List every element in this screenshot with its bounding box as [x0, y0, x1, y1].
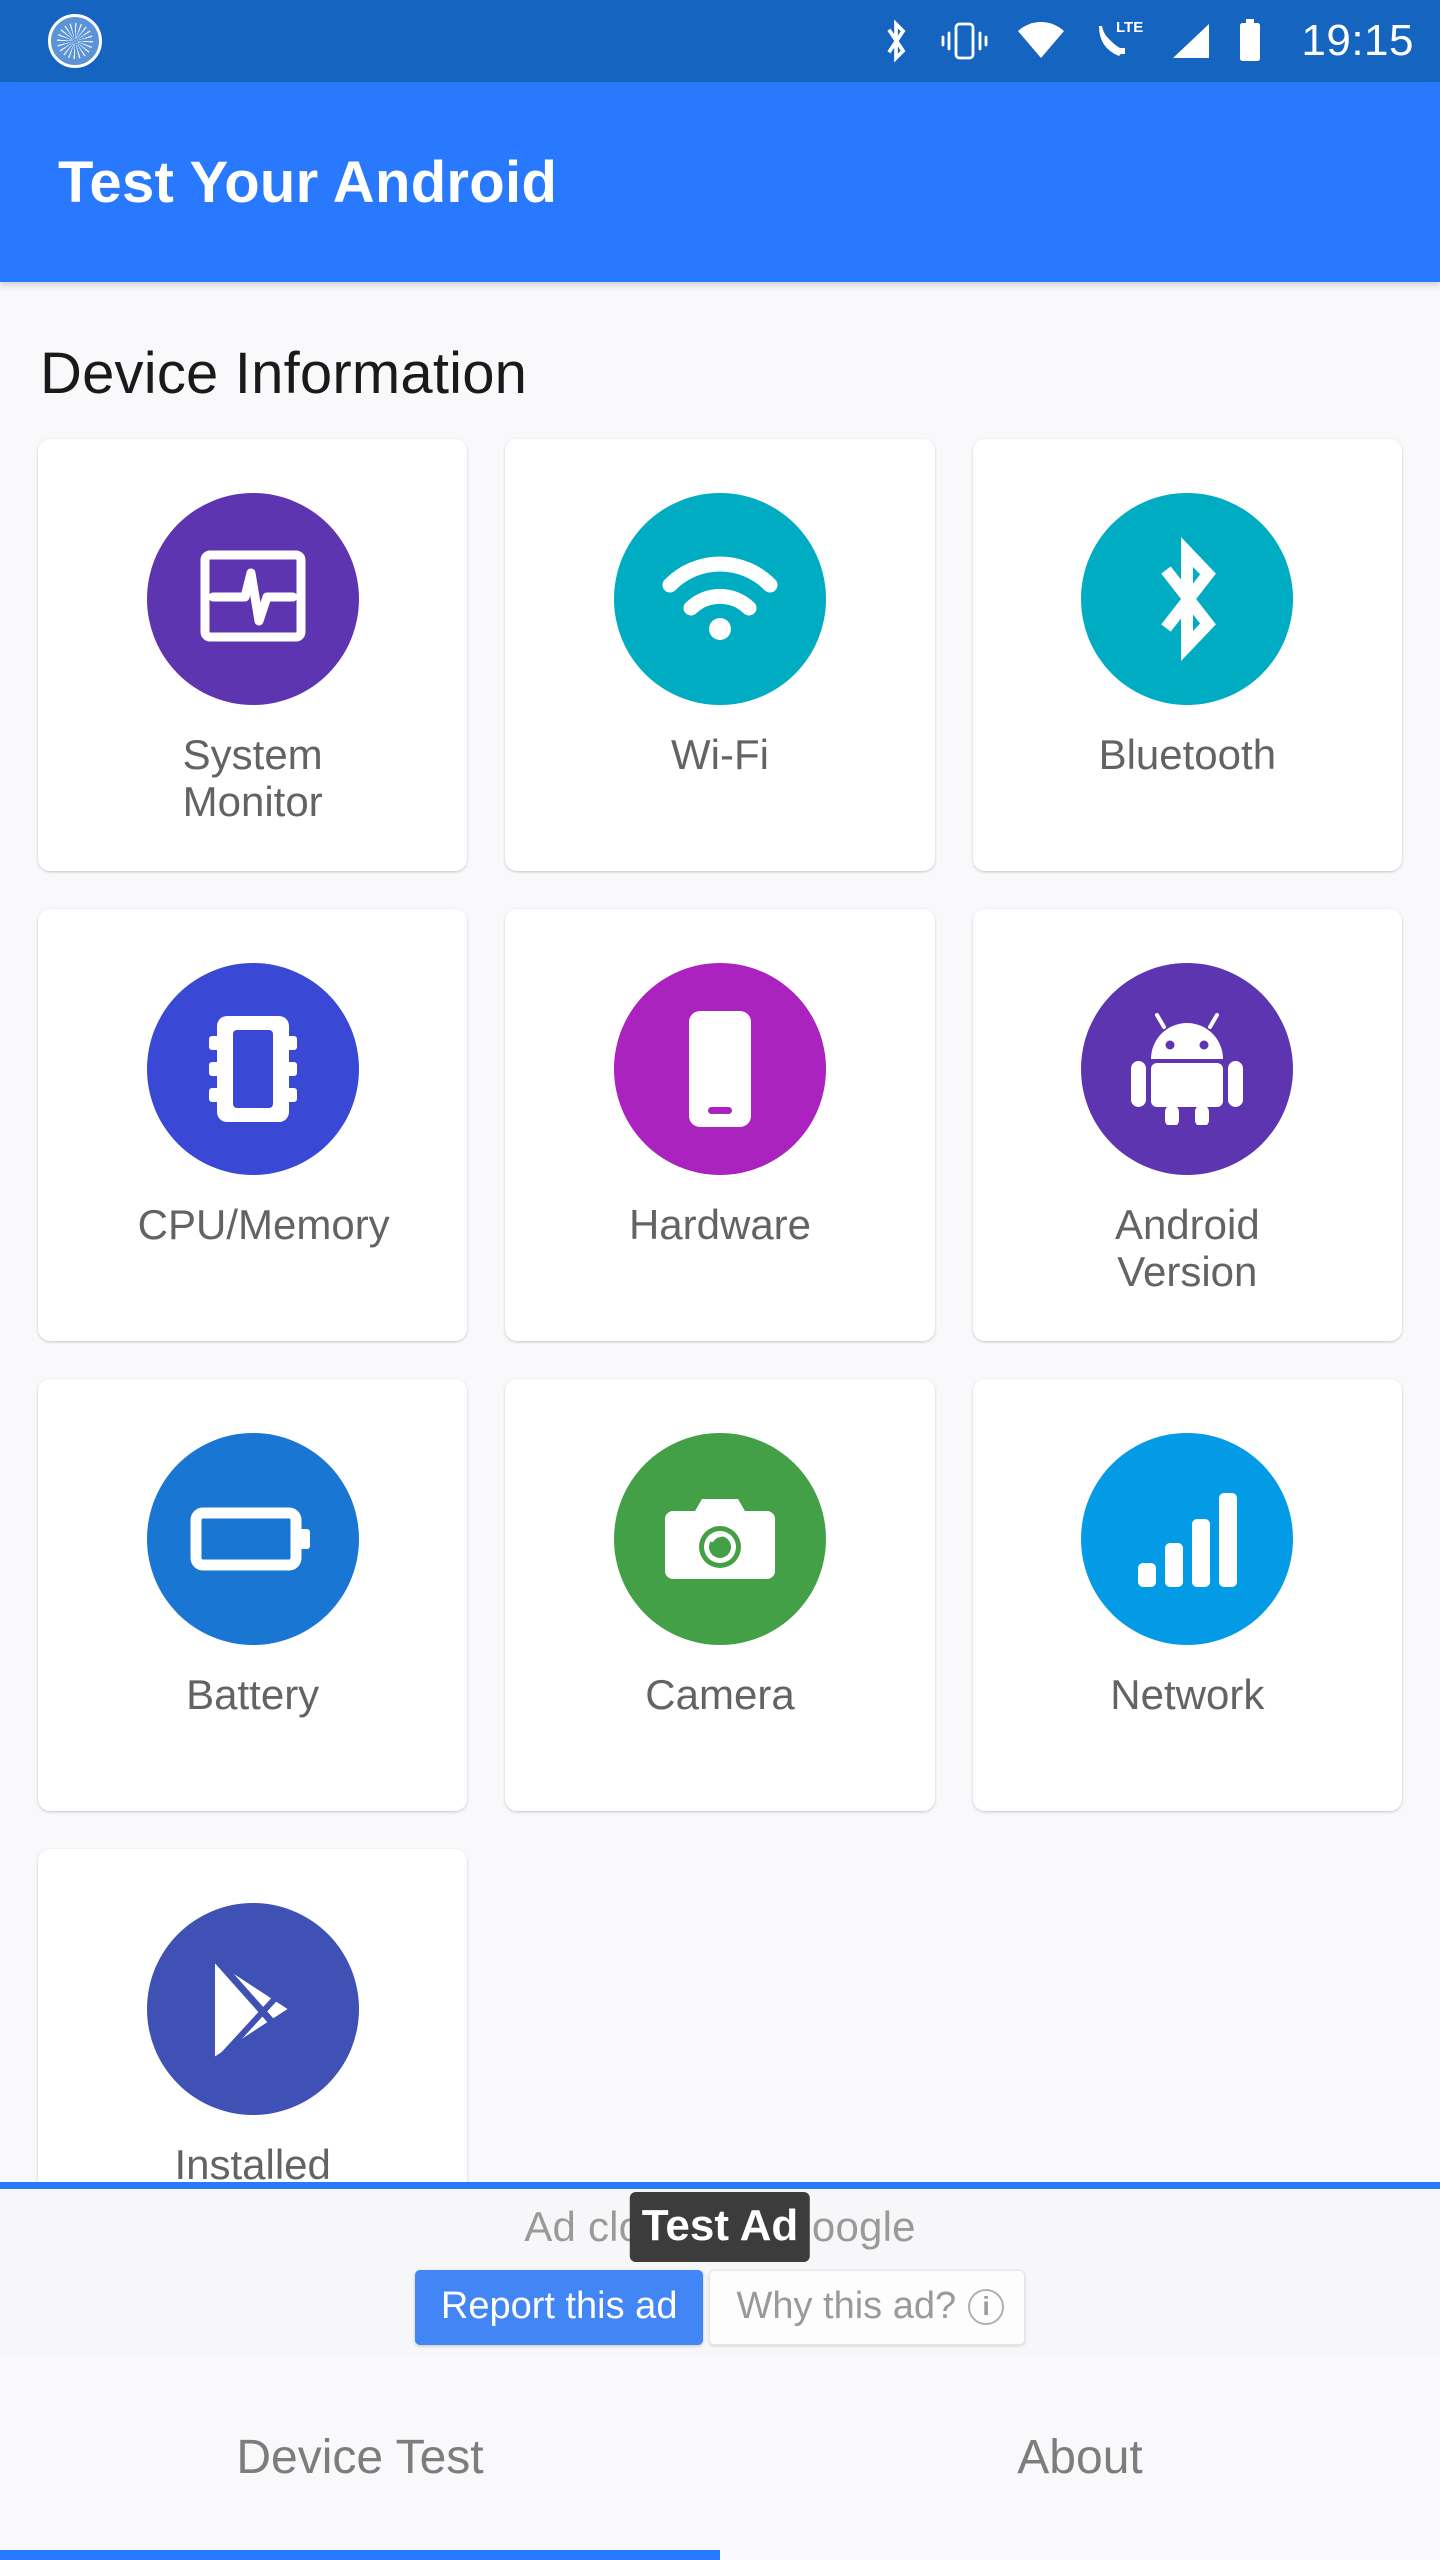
smartphone-icon: [688, 1011, 751, 1127]
test-ad-badge: Test Ad: [629, 2192, 811, 2262]
card-cpu-memory[interactable]: CPU/Memory: [38, 909, 468, 1341]
battery-icon: [190, 1507, 310, 1571]
card-label: Wi-Fi: [671, 731, 769, 778]
tab-label: About: [1017, 2430, 1143, 2484]
card-battery[interactable]: Battery: [38, 1379, 468, 1811]
card-label: Network: [1110, 1671, 1265, 1718]
bluetooth-icon: [887, 19, 906, 63]
tab-label: Device Test: [236, 2430, 484, 2484]
svg-text:LTE: LTE: [1116, 19, 1143, 36]
android-robot-icon: [1131, 1013, 1244, 1125]
signal-bars-icon-circle: [1081, 1433, 1294, 1645]
tab-about[interactable]: About: [720, 2354, 1440, 2560]
status-bar-left: [48, 14, 879, 68]
status-bar: LTE 19:15: [0, 0, 1440, 82]
vibrate-icon: [941, 22, 988, 60]
tab-device-test[interactable]: Device Test: [0, 2354, 720, 2560]
status-bar-clock: 19:15: [1301, 16, 1414, 65]
card-label: CPU/Memory: [137, 1201, 390, 1248]
system-monitor-icon: [200, 550, 306, 642]
why-this-ad-label: Why this ad?: [736, 2285, 957, 2327]
card-camera[interactable]: Camera: [505, 1379, 935, 1811]
card-label: System Monitor: [182, 731, 323, 826]
memory-chip-icon-circle: [146, 963, 359, 1175]
report-this-ad-button[interactable]: Report this ad: [414, 2270, 704, 2345]
bluetooth-icon-circle: [1081, 493, 1294, 705]
card-system-monitor[interactable]: System Monitor: [38, 439, 468, 871]
ad-closed-row: Ad closed by Google Test Ad: [0, 2192, 1440, 2262]
android-robot-icon-circle: [1081, 963, 1294, 1175]
card-bluetooth[interactable]: Bluetooth: [972, 439, 1402, 871]
play-store-icon-circle: [146, 1903, 359, 2115]
card-label: Installed Apps: [174, 2141, 331, 2182]
wifi-icon: [662, 556, 778, 640]
card-hardware[interactable]: Hardware: [505, 909, 935, 1341]
app-bar: Test Your Android: [0, 82, 1440, 282]
bluetooth-icon: [1161, 537, 1217, 661]
ad-buttons: Report this ad Why this ad? i: [414, 2270, 1026, 2345]
app-title: Test Your Android: [58, 149, 558, 215]
memory-chip-icon: [208, 1016, 297, 1122]
card-label: Battery: [186, 1671, 320, 1718]
bottom-tab-bar: Device Test About: [0, 2354, 1440, 2560]
card-label: Hardware: [628, 1201, 812, 1248]
card-label: Android Version: [1114, 1201, 1260, 1296]
wifi-icon-circle: [613, 493, 826, 705]
app-notification-icon: [48, 14, 102, 68]
card-android-version[interactable]: Android Version: [972, 909, 1402, 1341]
info-icon: i: [968, 2288, 1005, 2325]
section-title: Device Information: [40, 341, 528, 406]
why-this-ad-button[interactable]: Why this ad? i: [709, 2270, 1026, 2345]
status-bar-right: LTE 19:15: [879, 16, 1414, 66]
play-store-icon: [212, 1955, 299, 2063]
camera-icon-circle: [613, 1433, 826, 1645]
lte-call-icon: LTE: [1099, 19, 1143, 56]
camera-icon: [664, 1499, 775, 1579]
battery-icon-circle: [146, 1433, 359, 1645]
signal-bars-icon: [1138, 1493, 1238, 1587]
signal-icon: [1173, 24, 1210, 58]
card-label: Camera: [645, 1671, 795, 1718]
main-content: Device Information System Monitor Wi-Fi …: [0, 282, 1440, 2182]
card-installed-apps[interactable]: Installed Apps: [38, 1849, 468, 2182]
card-label: Bluetooth: [1098, 731, 1277, 778]
ad-banner: Ad closed by Google Test Ad Report this …: [0, 2182, 1440, 2354]
card-wifi[interactable]: Wi-Fi: [505, 439, 935, 871]
card-network[interactable]: Network: [972, 1379, 1402, 1811]
smartphone-icon-circle: [613, 963, 826, 1175]
wifi-icon: [1018, 22, 1065, 59]
device-info-grid: System Monitor Wi-Fi Bluetooth CPU/Memor…: [38, 439, 1402, 2182]
system-monitor-icon-circle: [146, 493, 359, 705]
battery-icon: [1240, 19, 1261, 61]
